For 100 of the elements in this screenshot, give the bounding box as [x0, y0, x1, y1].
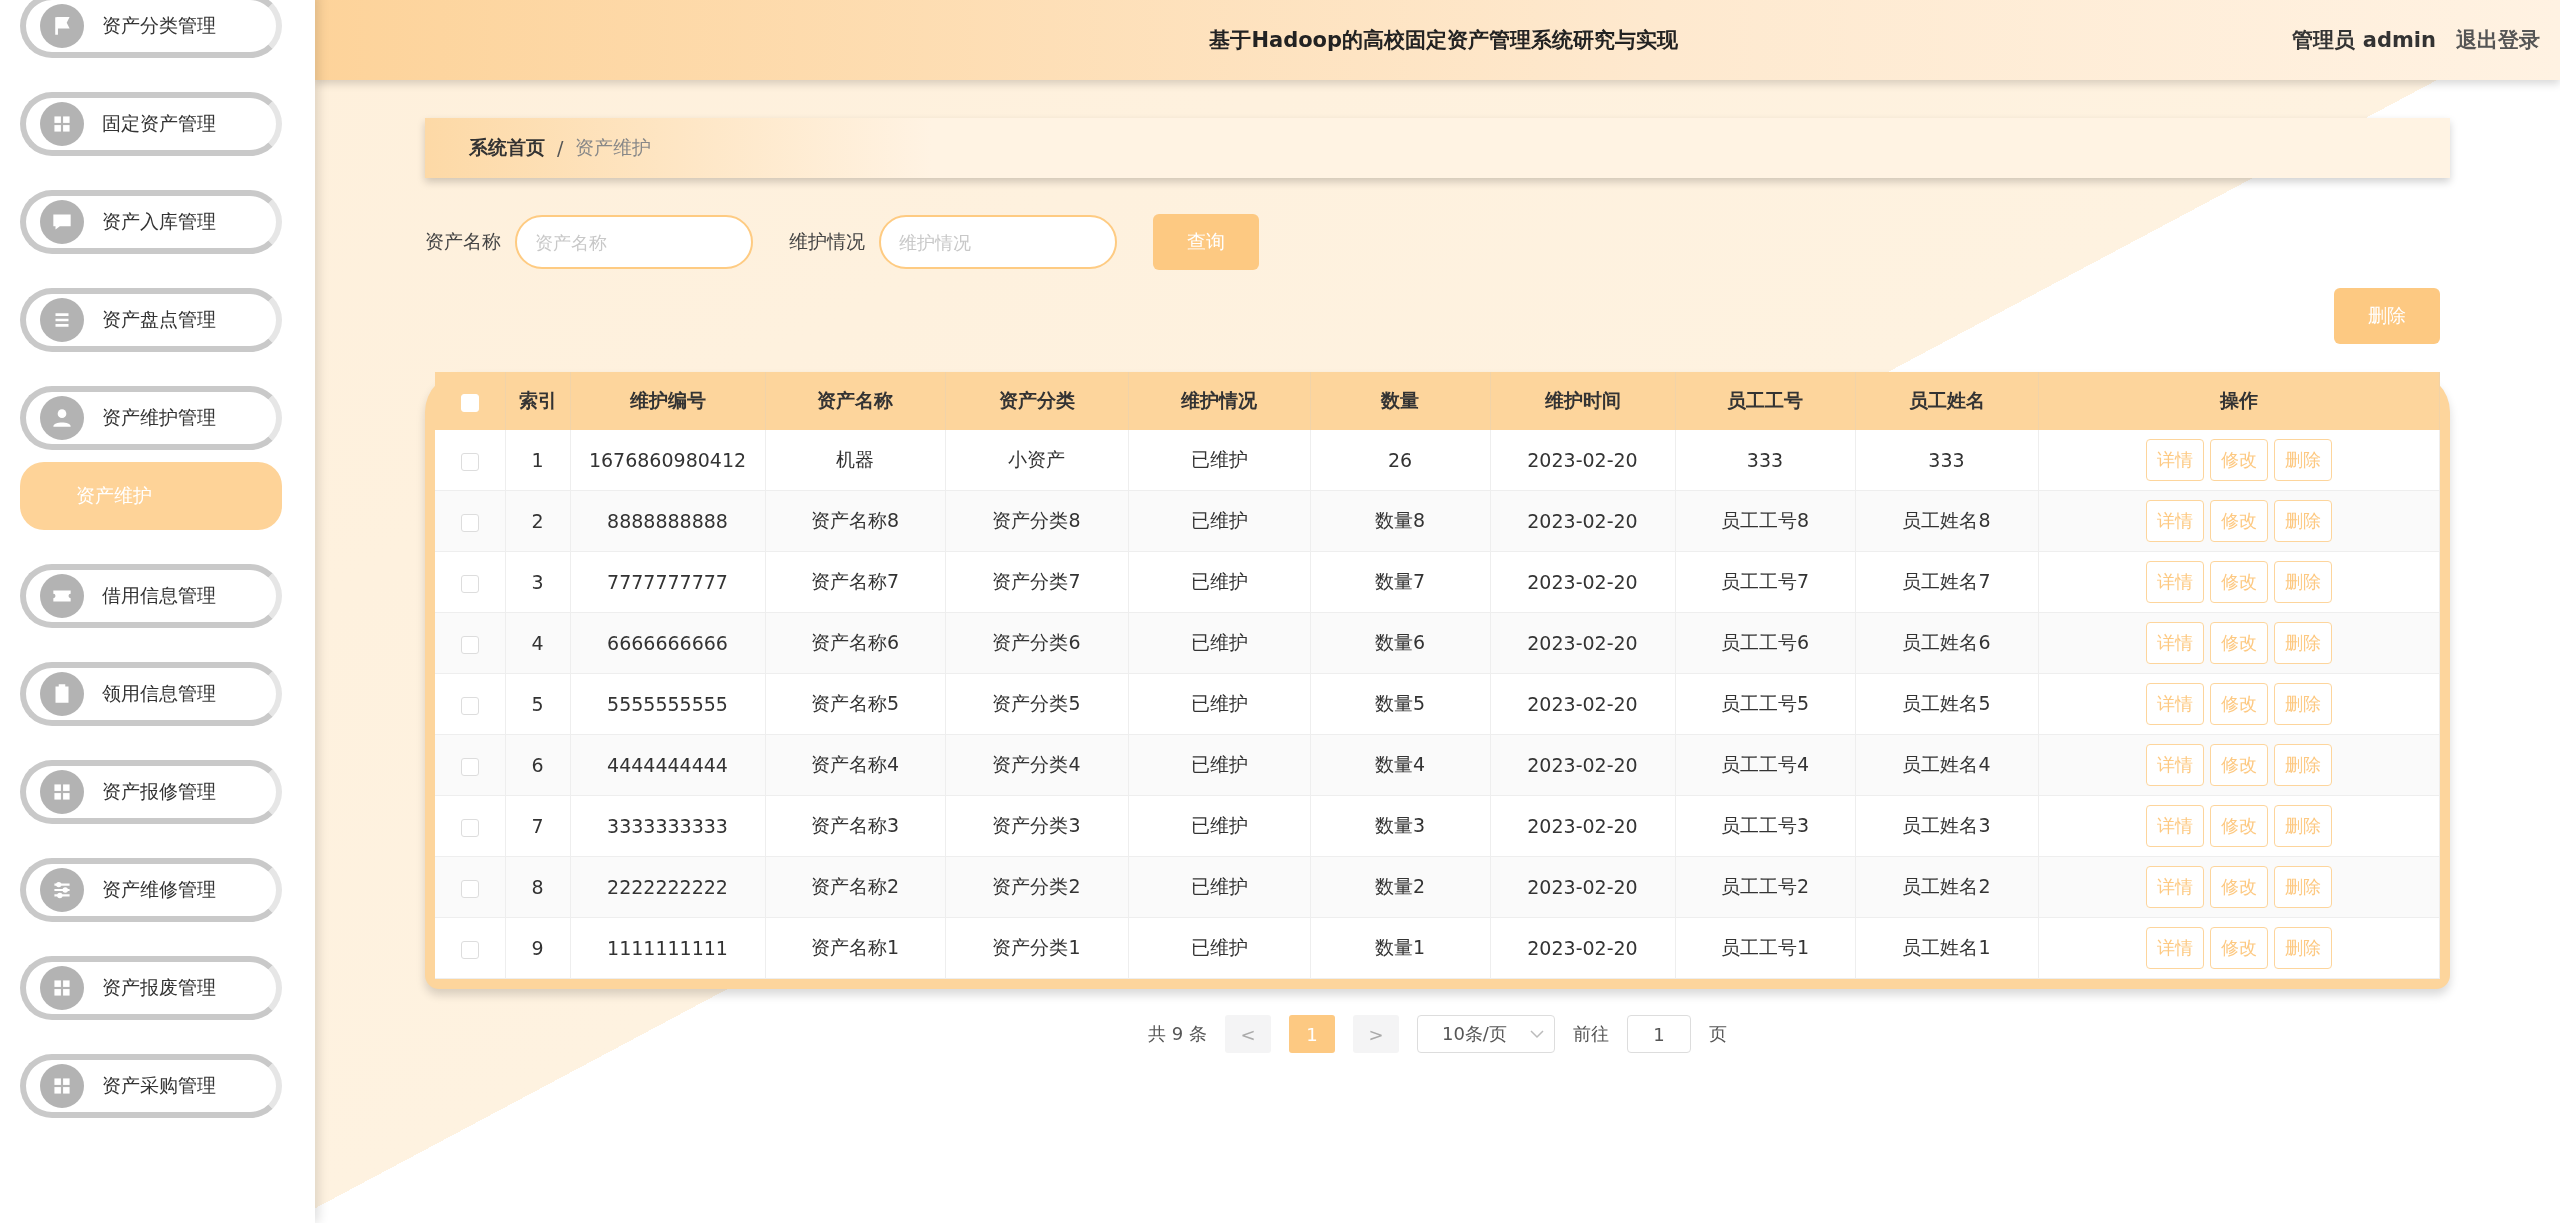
- sidebar-item[interactable]: 资产维护管理: [20, 386, 282, 450]
- sidebar-item[interactable]: 资产盘点管理: [20, 288, 282, 352]
- edit-button[interactable]: 修改: [2209, 744, 2268, 786]
- sidebar-item[interactable]: 领用信息管理: [20, 662, 282, 726]
- table-cell: 已维护: [1128, 673, 1310, 735]
- delete-button[interactable]: 删除: [2273, 500, 2332, 542]
- details-button[interactable]: 详情: [2145, 683, 2204, 725]
- chat-icon: [40, 200, 84, 244]
- edit-button[interactable]: 修改: [2209, 805, 2268, 847]
- delete-button[interactable]: 删除: [2273, 927, 2332, 969]
- breadcrumb-link[interactable]: 系统首页: [469, 135, 545, 161]
- sidebar-item[interactable]: 资产分类管理: [20, 0, 282, 58]
- column-header: 员工姓名: [1855, 372, 2038, 430]
- edit-button[interactable]: 修改: [2209, 561, 2268, 603]
- table-cell: 已维护: [1128, 734, 1310, 796]
- details-button[interactable]: 详情: [2145, 622, 2204, 664]
- table-cell: 员工工号5: [1675, 673, 1855, 735]
- sidebar-item[interactable]: 资产采购管理: [20, 1054, 282, 1118]
- sliders-icon: [40, 868, 84, 912]
- select-all-checkbox[interactable]: [460, 393, 479, 412]
- breadcrumb-link[interactable]: 资产维护: [575, 135, 652, 161]
- sidebar-item-label: 资产分类管理: [102, 13, 216, 38]
- grid-icon: [40, 966, 84, 1010]
- sidebar-item[interactable]: 资产维修管理: [20, 858, 282, 922]
- details-button[interactable]: 详情: [2145, 744, 2204, 786]
- edit-button[interactable]: 修改: [2209, 683, 2268, 725]
- table-cell: 员工工号3: [1675, 795, 1855, 857]
- table-cell: 员工姓名6: [1855, 612, 2038, 674]
- edit-button[interactable]: 修改: [2209, 866, 2268, 908]
- sidebar-item[interactable]: 借用信息管理: [20, 564, 282, 628]
- table-cell: 4444444444: [570, 734, 765, 796]
- sidebar-item[interactable]: 固定资产管理: [20, 92, 282, 156]
- row-checkbox[interactable]: [460, 696, 479, 715]
- details-button[interactable]: 详情: [2145, 500, 2204, 542]
- table-cell: 资产名称6: [765, 612, 945, 674]
- table-cell: 6: [505, 734, 570, 796]
- page-unit-label: 页: [1708, 1022, 1727, 1046]
- column-header: 资产名称: [765, 372, 945, 430]
- sidebar-item[interactable]: 资产报废管理: [20, 956, 282, 1020]
- details-button[interactable]: 详情: [2145, 866, 2204, 908]
- row-checkbox[interactable]: [460, 757, 479, 776]
- row-checkbox[interactable]: [460, 574, 479, 593]
- row-checkbox[interactable]: [460, 635, 479, 654]
- delete-button[interactable]: 删除: [2273, 744, 2332, 786]
- table-cell: 已维护: [1128, 612, 1310, 674]
- delete-button[interactable]: 删除: [2273, 805, 2332, 847]
- table-cell: 已维护: [1128, 795, 1310, 857]
- delete-button[interactable]: 删除: [2273, 622, 2332, 664]
- page-button[interactable]: 1: [1288, 1015, 1335, 1053]
- delete-button[interactable]: 删除: [2273, 561, 2332, 603]
- delete-button[interactable]: 删除: [2273, 439, 2332, 481]
- edit-button[interactable]: 修改: [2209, 439, 2268, 481]
- edit-button[interactable]: 修改: [2209, 622, 2268, 664]
- table-cell: 员工工号8: [1675, 490, 1855, 552]
- details-button[interactable]: 详情: [2145, 439, 2204, 481]
- sidebar-item[interactable]: 资产报修管理: [20, 760, 282, 824]
- table-cell: 数量4: [1310, 734, 1490, 796]
- delete-button[interactable]: 删除: [2334, 288, 2440, 344]
- table-cell: 数量2: [1310, 856, 1490, 918]
- column-header: 索引: [505, 372, 570, 430]
- grid-icon: [40, 1064, 84, 1108]
- column-header: 数量: [1310, 372, 1490, 430]
- table-cell: 2222222222: [570, 856, 765, 918]
- sidebar-item-label: 资产维修管理: [102, 877, 216, 902]
- table-cell: 7777777777: [570, 551, 765, 613]
- table-cell: 333: [1675, 430, 1855, 491]
- table-cell: 8: [505, 856, 570, 918]
- column-header: 资产分类: [945, 372, 1128, 430]
- table-cell: 2023-02-20: [1490, 430, 1675, 491]
- table-cell: 6666666666: [570, 612, 765, 674]
- row-checkbox[interactable]: [460, 513, 479, 532]
- sidebar-subitem[interactable]: 资产维护: [20, 462, 282, 530]
- details-button[interactable]: 详情: [2145, 561, 2204, 603]
- table-cell: 员工工号1: [1675, 917, 1855, 979]
- next-page-button[interactable]: >: [1352, 1015, 1399, 1053]
- table-cell: 资产分类1: [945, 917, 1128, 979]
- row-checkbox[interactable]: [460, 818, 479, 837]
- table-cell: 数量8: [1310, 490, 1490, 552]
- table-cell: 员工工号4: [1675, 734, 1855, 796]
- edit-button[interactable]: 修改: [2209, 927, 2268, 969]
- table-cell: 4: [505, 612, 570, 674]
- logout-link[interactable]: 退出登录: [2456, 26, 2540, 54]
- prev-page-button[interactable]: <: [1224, 1015, 1271, 1053]
- list-icon: [40, 298, 84, 342]
- page-number-field[interactable]: 1: [1626, 1015, 1691, 1053]
- row-checkbox[interactable]: [460, 879, 479, 898]
- table-cell: 9: [505, 917, 570, 979]
- delete-button[interactable]: 删除: [2273, 683, 2332, 725]
- details-button[interactable]: 详情: [2145, 805, 2204, 847]
- table-cell: 已维护: [1128, 551, 1310, 613]
- page-size-select[interactable]: 10条/页: [1416, 1015, 1555, 1053]
- sidebar-item[interactable]: 资产入库管理: [20, 190, 282, 254]
- row-checkbox[interactable]: [460, 940, 479, 959]
- details-button[interactable]: 详情: [2145, 927, 2204, 969]
- table-cell: 已维护: [1128, 430, 1310, 491]
- delete-button[interactable]: 删除: [2273, 866, 2332, 908]
- search-button[interactable]: 查询: [1153, 214, 1259, 270]
- table-cell: 2023-02-20: [1490, 551, 1675, 613]
- edit-button[interactable]: 修改: [2209, 500, 2268, 542]
- row-checkbox[interactable]: [460, 452, 479, 471]
